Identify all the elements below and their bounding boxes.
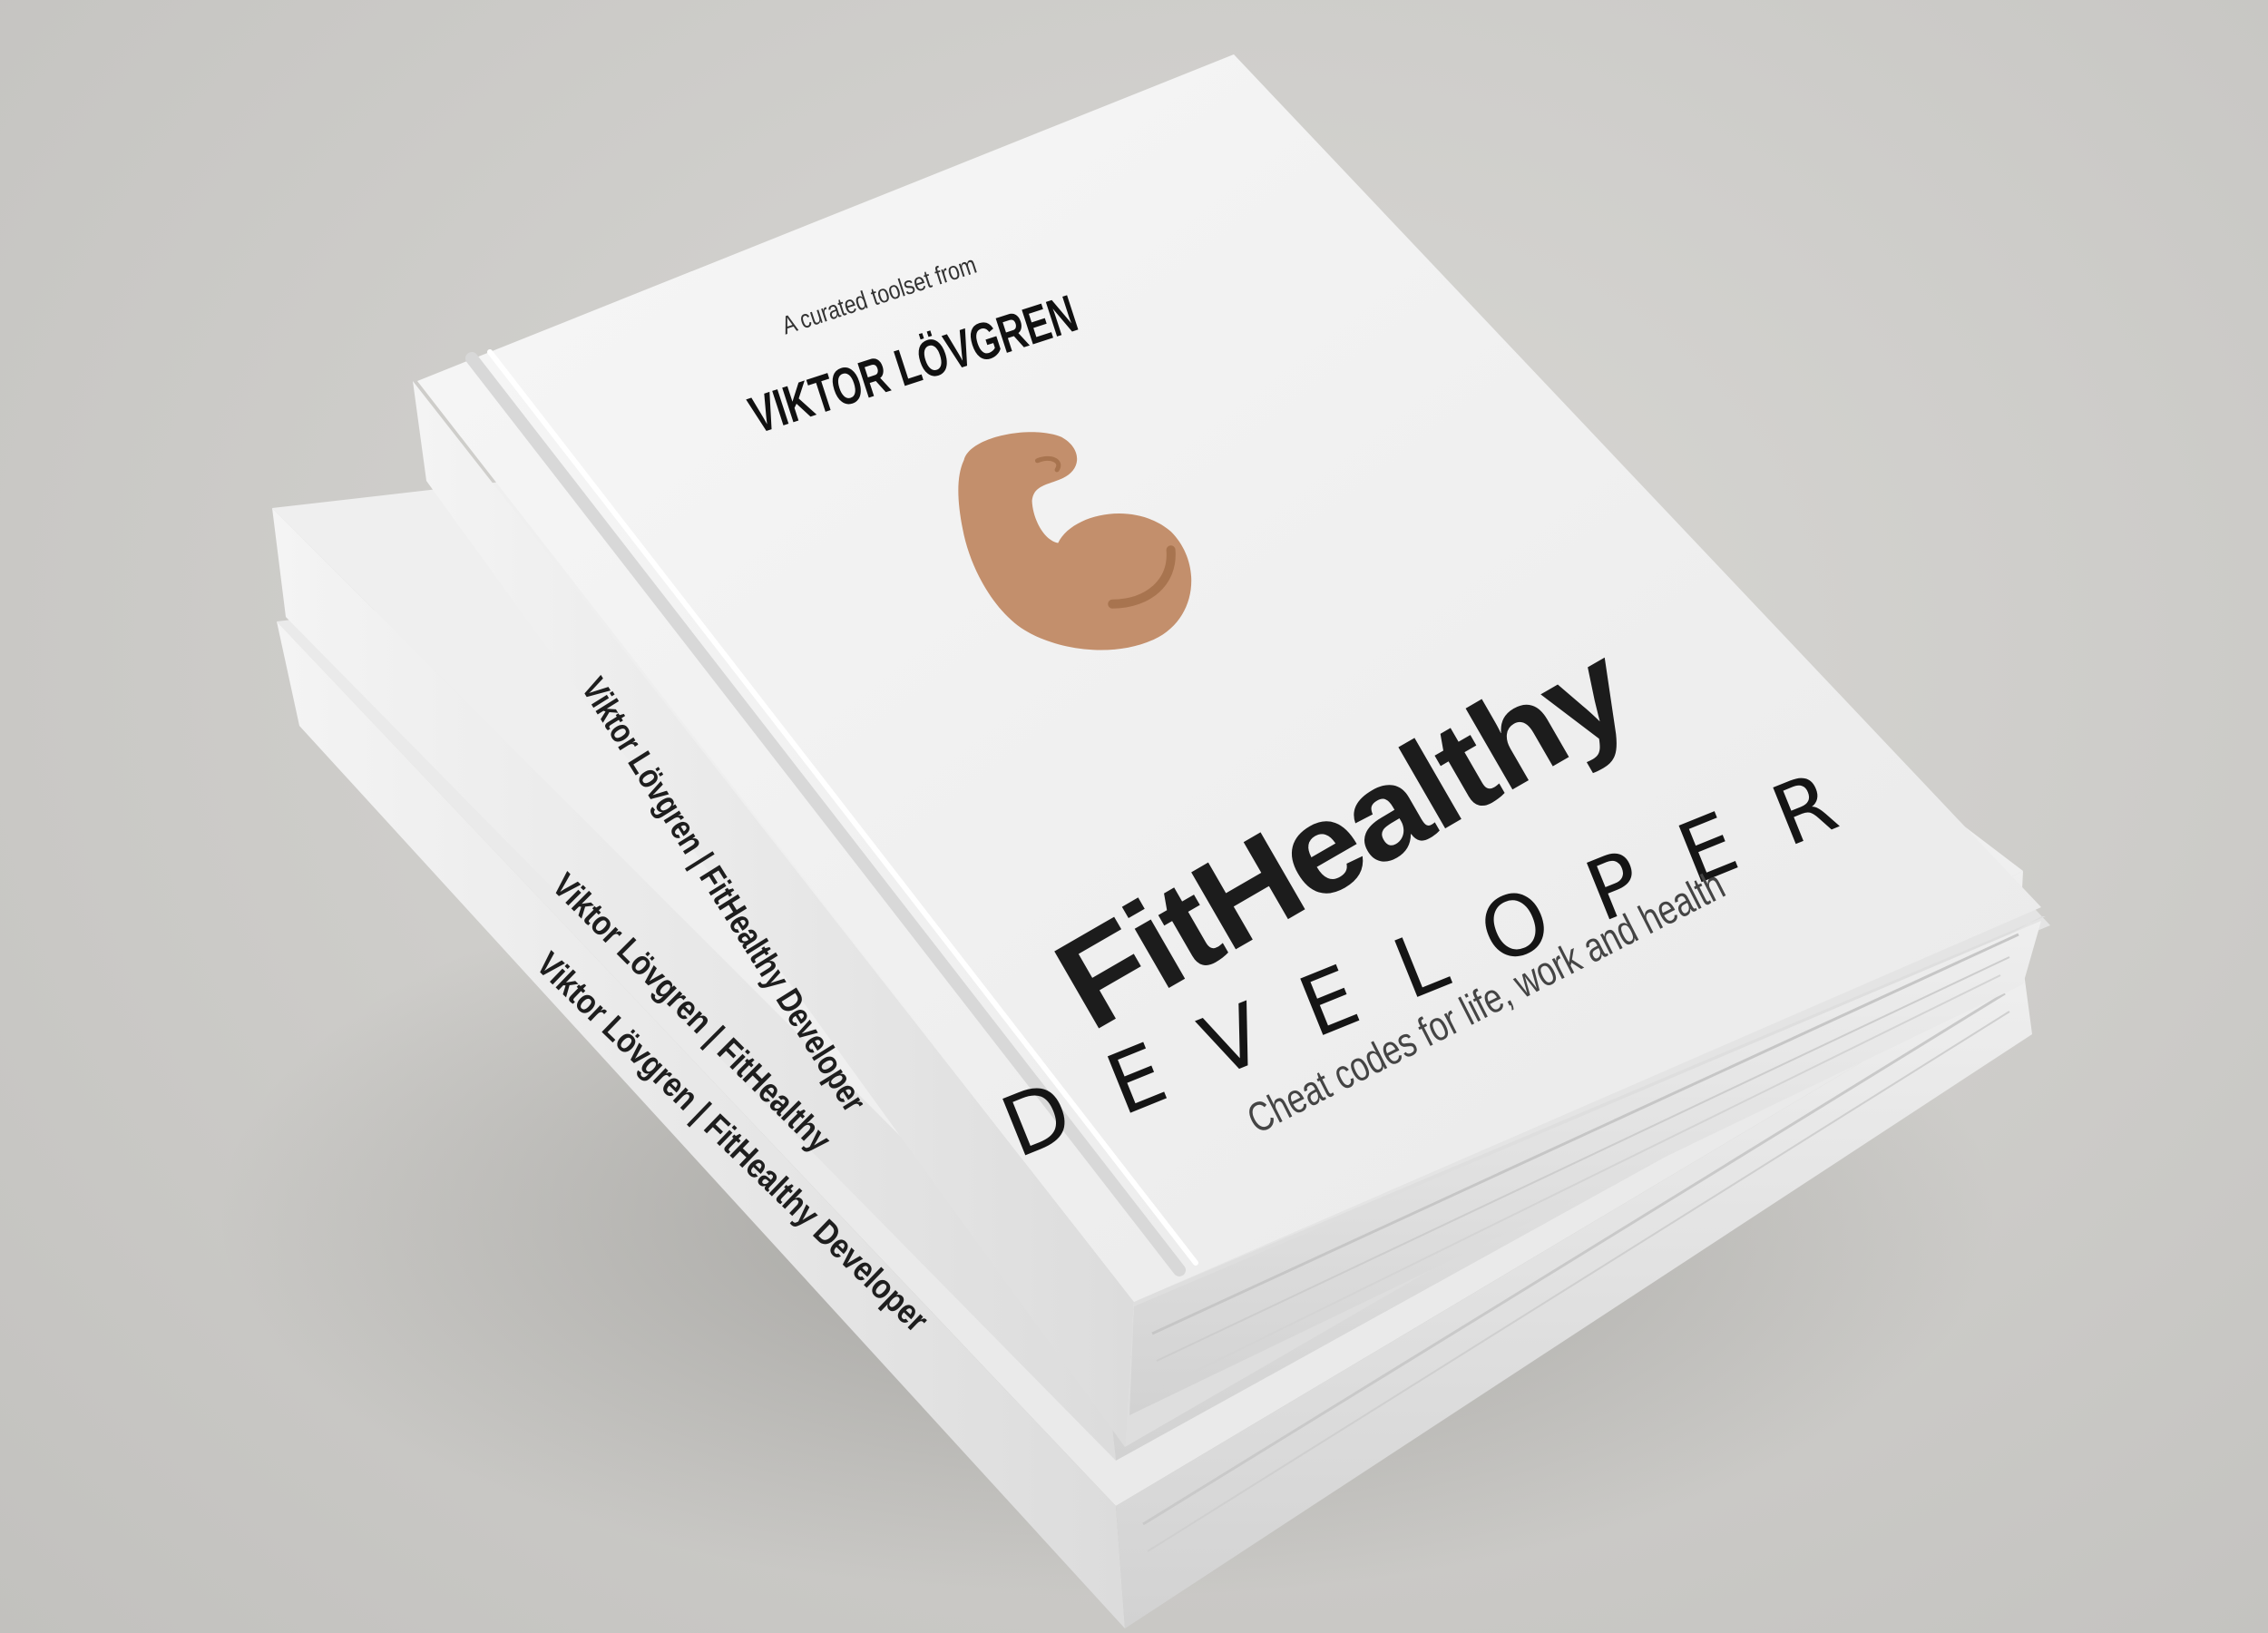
book-stack-scene: A curated toolset from VIKTOR LÖVGREN Fi…: [0, 0, 2268, 1633]
book-stack-illustration: [218, 54, 2050, 1628]
